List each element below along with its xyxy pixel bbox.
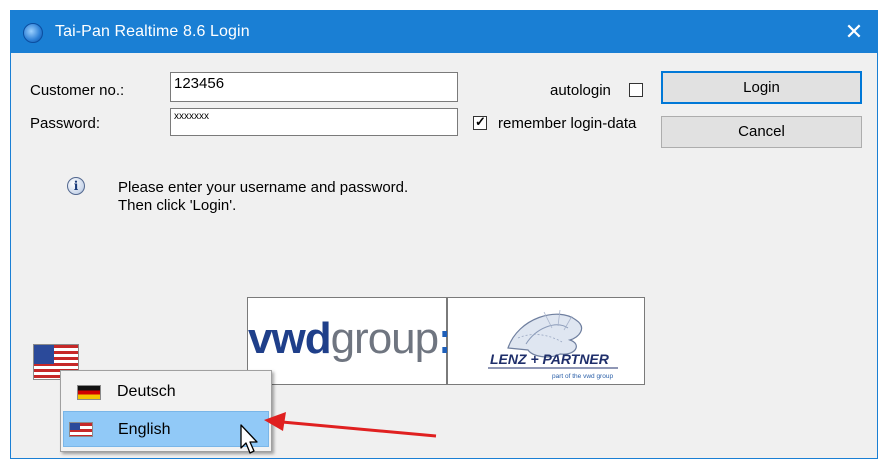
- info-line-1: Please enter your username and password.: [118, 179, 409, 196]
- cancel-button[interactable]: Cancel: [661, 116, 862, 148]
- login-button[interactable]: Login: [661, 71, 862, 104]
- autologin-checkbox[interactable]: [629, 83, 643, 97]
- window-title: Tai-Pan Realtime 8.6 Login: [55, 23, 250, 40]
- close-button[interactable]: ✕: [831, 11, 877, 53]
- checkmark-icon: ✓: [475, 114, 486, 129]
- flag-canton: [34, 345, 54, 364]
- menu-item-deutsch-label: Deutsch: [117, 383, 176, 400]
- screenshot-frame: Tai-Pan Realtime 8.6 Login ✕ Customer no…: [0, 0, 887, 459]
- mouse-cursor-icon: [240, 424, 258, 454]
- menu-item-english[interactable]: English: [63, 411, 269, 447]
- password-label: Password:: [30, 115, 101, 132]
- info-line-2: Then click 'Login'.: [118, 197, 237, 214]
- info-icon: i: [67, 177, 85, 195]
- autologin-label: autologin: [550, 82, 611, 99]
- app-icon: [23, 23, 43, 43]
- vwd-logo-text: vwdgroup:: [248, 314, 453, 363]
- lenz-partner-graphic: LENZ + PARTNER part of the vwd group: [488, 309, 618, 380]
- german-flag-icon: [77, 385, 101, 400]
- remember-login-label: remember login-data: [498, 115, 637, 132]
- lenz-partner-text: LENZ + PARTNER: [490, 351, 610, 367]
- customer-no-input[interactable]: 123456: [170, 72, 458, 102]
- lenz-partner-subtext: part of the vwd group: [552, 373, 613, 380]
- us-flag-icon: [69, 422, 93, 437]
- annotation-arrow-icon: [264, 412, 437, 438]
- customer-no-label: Customer no.:: [30, 82, 125, 99]
- remember-login-checkbox[interactable]: ✓: [473, 114, 487, 130]
- menu-item-english-label: English: [118, 421, 171, 438]
- vwd-group-logo: vwdgroup:: [247, 297, 453, 385]
- title-bar[interactable]: Tai-Pan Realtime 8.6 Login ✕: [11, 11, 877, 53]
- lenz-partner-logo: LENZ + PARTNER part of the vwd group: [447, 297, 645, 385]
- menu-item-deutsch[interactable]: Deutsch: [63, 374, 269, 410]
- password-input[interactable]: xxxxxxx: [170, 108, 458, 136]
